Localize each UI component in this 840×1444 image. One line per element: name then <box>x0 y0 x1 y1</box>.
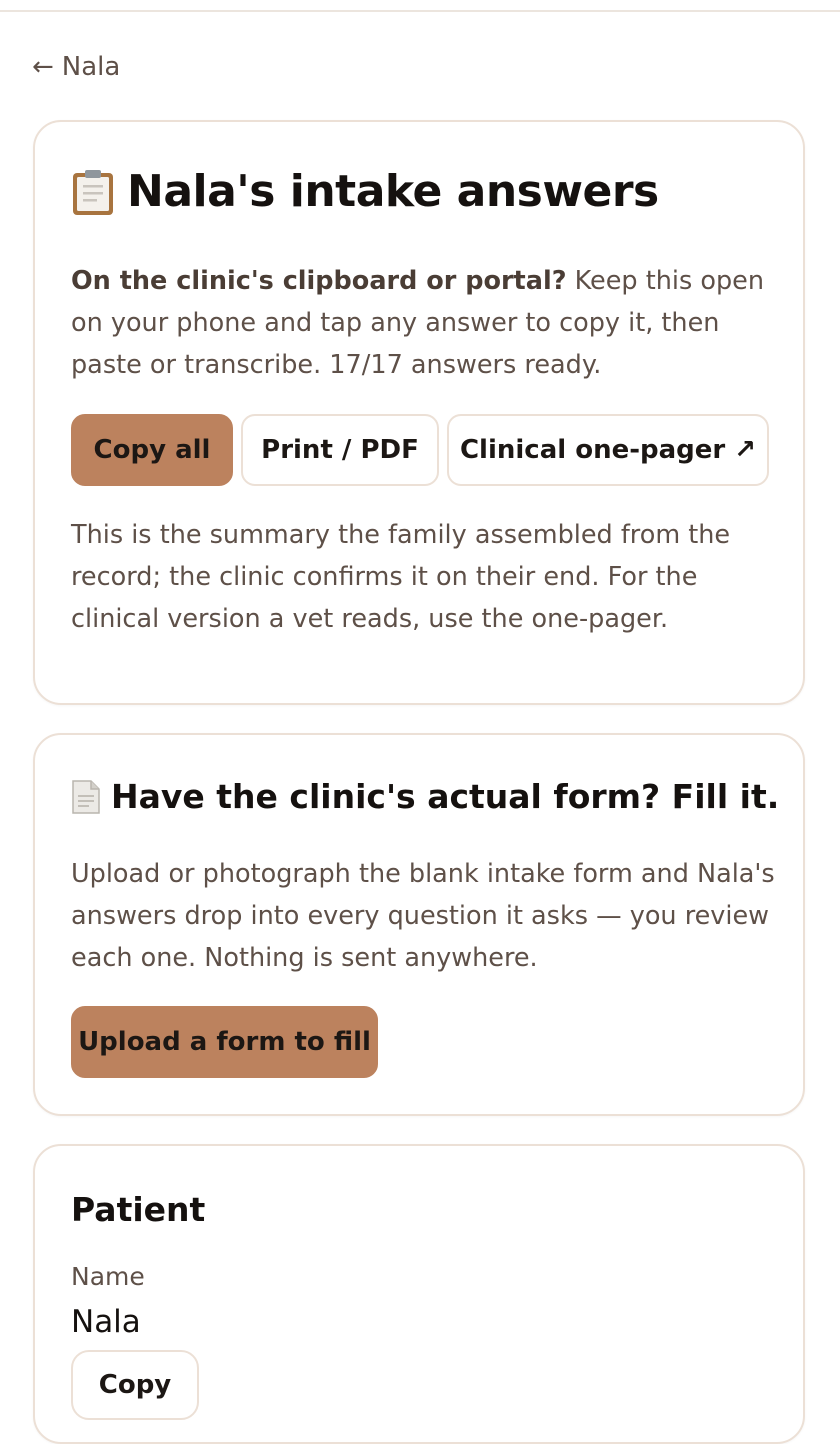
name-field-value: Nala <box>71 1304 141 1340</box>
copy-all-button[interactable]: Copy all <box>71 414 233 486</box>
document-icon <box>72 779 100 814</box>
back-link-label: Nala <box>61 52 121 82</box>
fill-form-description: Upload or photograph the blank intake fo… <box>71 859 775 973</box>
upload-form-button[interactable]: Upload a form to fill <box>71 1006 378 1078</box>
copy-name-button[interactable]: Copy <box>71 1350 199 1420</box>
intake-note: This is the summary the family assembled… <box>71 520 731 634</box>
patient-section-title: Patient <box>71 1190 206 1229</box>
intake-lead: On the clinic's clipboard or portal? Kee… <box>71 260 781 386</box>
fill-form-title: Have the clinic's actual form? Fill it. <box>71 777 779 816</box>
name-field-label: Name <box>71 1262 145 1291</box>
intake-actions: Copy all Print / PDF Clinical one-pager … <box>71 414 769 486</box>
page-title: Nala's intake answers <box>71 166 659 217</box>
page-title-text: Nala's intake answers <box>127 166 659 217</box>
clipboard-icon <box>73 169 113 215</box>
intake-lead-bold: On the clinic's clipboard or portal? <box>71 266 567 296</box>
patient-card: Patient Name Nala Copy <box>33 1144 805 1444</box>
back-link[interactable]: ← Nala <box>32 52 120 82</box>
fill-form-card: Have the clinic's actual form? Fill it. … <box>33 733 805 1116</box>
print-pdf-button[interactable]: Print / PDF <box>241 414 439 486</box>
intake-answers-card: Nala's intake answers On the clinic's cl… <box>33 120 805 705</box>
top-divider <box>0 10 840 12</box>
arrow-left-icon: ← <box>32 52 54 82</box>
fill-form-title-text: Have the clinic's actual form? Fill it. <box>111 777 780 816</box>
clinical-one-pager-button[interactable]: Clinical one-pager ↗ <box>447 414 769 486</box>
